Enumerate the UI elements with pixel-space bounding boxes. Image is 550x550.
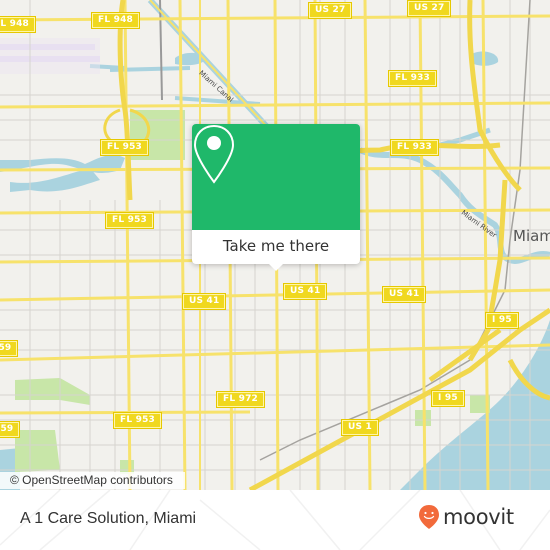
road-shield: US 41 xyxy=(282,283,328,300)
road-shield: FL 933 xyxy=(389,139,440,156)
airport-runway xyxy=(0,38,100,74)
road-shield: US 27 xyxy=(307,2,353,19)
map-attribution[interactable]: © OpenStreetMap contributors xyxy=(0,472,185,489)
take-me-there-button[interactable]: Take me there xyxy=(192,230,360,264)
road-shield: I 95 xyxy=(485,312,519,329)
road-shield: FL 948 xyxy=(0,16,37,33)
moovit-logo[interactable]: moovit xyxy=(418,504,514,530)
road-shield: US 41 xyxy=(181,293,227,310)
road-shield: FL 933 xyxy=(387,70,438,87)
road-link xyxy=(103,108,121,142)
footer-bar: A 1 Care Solution, Miami moovit xyxy=(0,490,550,550)
road-shield: FL 948 xyxy=(90,12,141,29)
road-shield: US 1 xyxy=(341,419,379,436)
park xyxy=(15,378,90,405)
road-shield: FL 953 xyxy=(112,412,163,429)
moovit-pin-icon xyxy=(419,505,439,529)
road-shield: I 95 xyxy=(431,390,465,407)
road-shield: 959 xyxy=(0,421,21,438)
location-pin-icon xyxy=(193,124,235,184)
popup-pointer xyxy=(269,264,283,271)
park xyxy=(15,430,60,472)
location-popup: Take me there xyxy=(192,124,360,271)
city-label-miami: Miami xyxy=(513,227,550,245)
map-view[interactable]: FL 948 FL 948 US 27 US 27 FL 933 FL 933 … xyxy=(0,0,550,490)
road-shield: US 41 xyxy=(381,286,427,303)
water-body xyxy=(10,168,100,192)
road-shield: FL 953 xyxy=(104,212,155,229)
moovit-wordmark: moovit xyxy=(443,505,514,529)
popup-header xyxy=(192,124,360,230)
road-shield: FL 953 xyxy=(99,139,150,156)
road-shield: US 27 xyxy=(406,0,452,17)
road-shield: FL 972 xyxy=(215,391,266,408)
road-shield: 959 xyxy=(0,340,19,357)
place-name: A 1 Care Solution, Miami xyxy=(20,510,197,527)
